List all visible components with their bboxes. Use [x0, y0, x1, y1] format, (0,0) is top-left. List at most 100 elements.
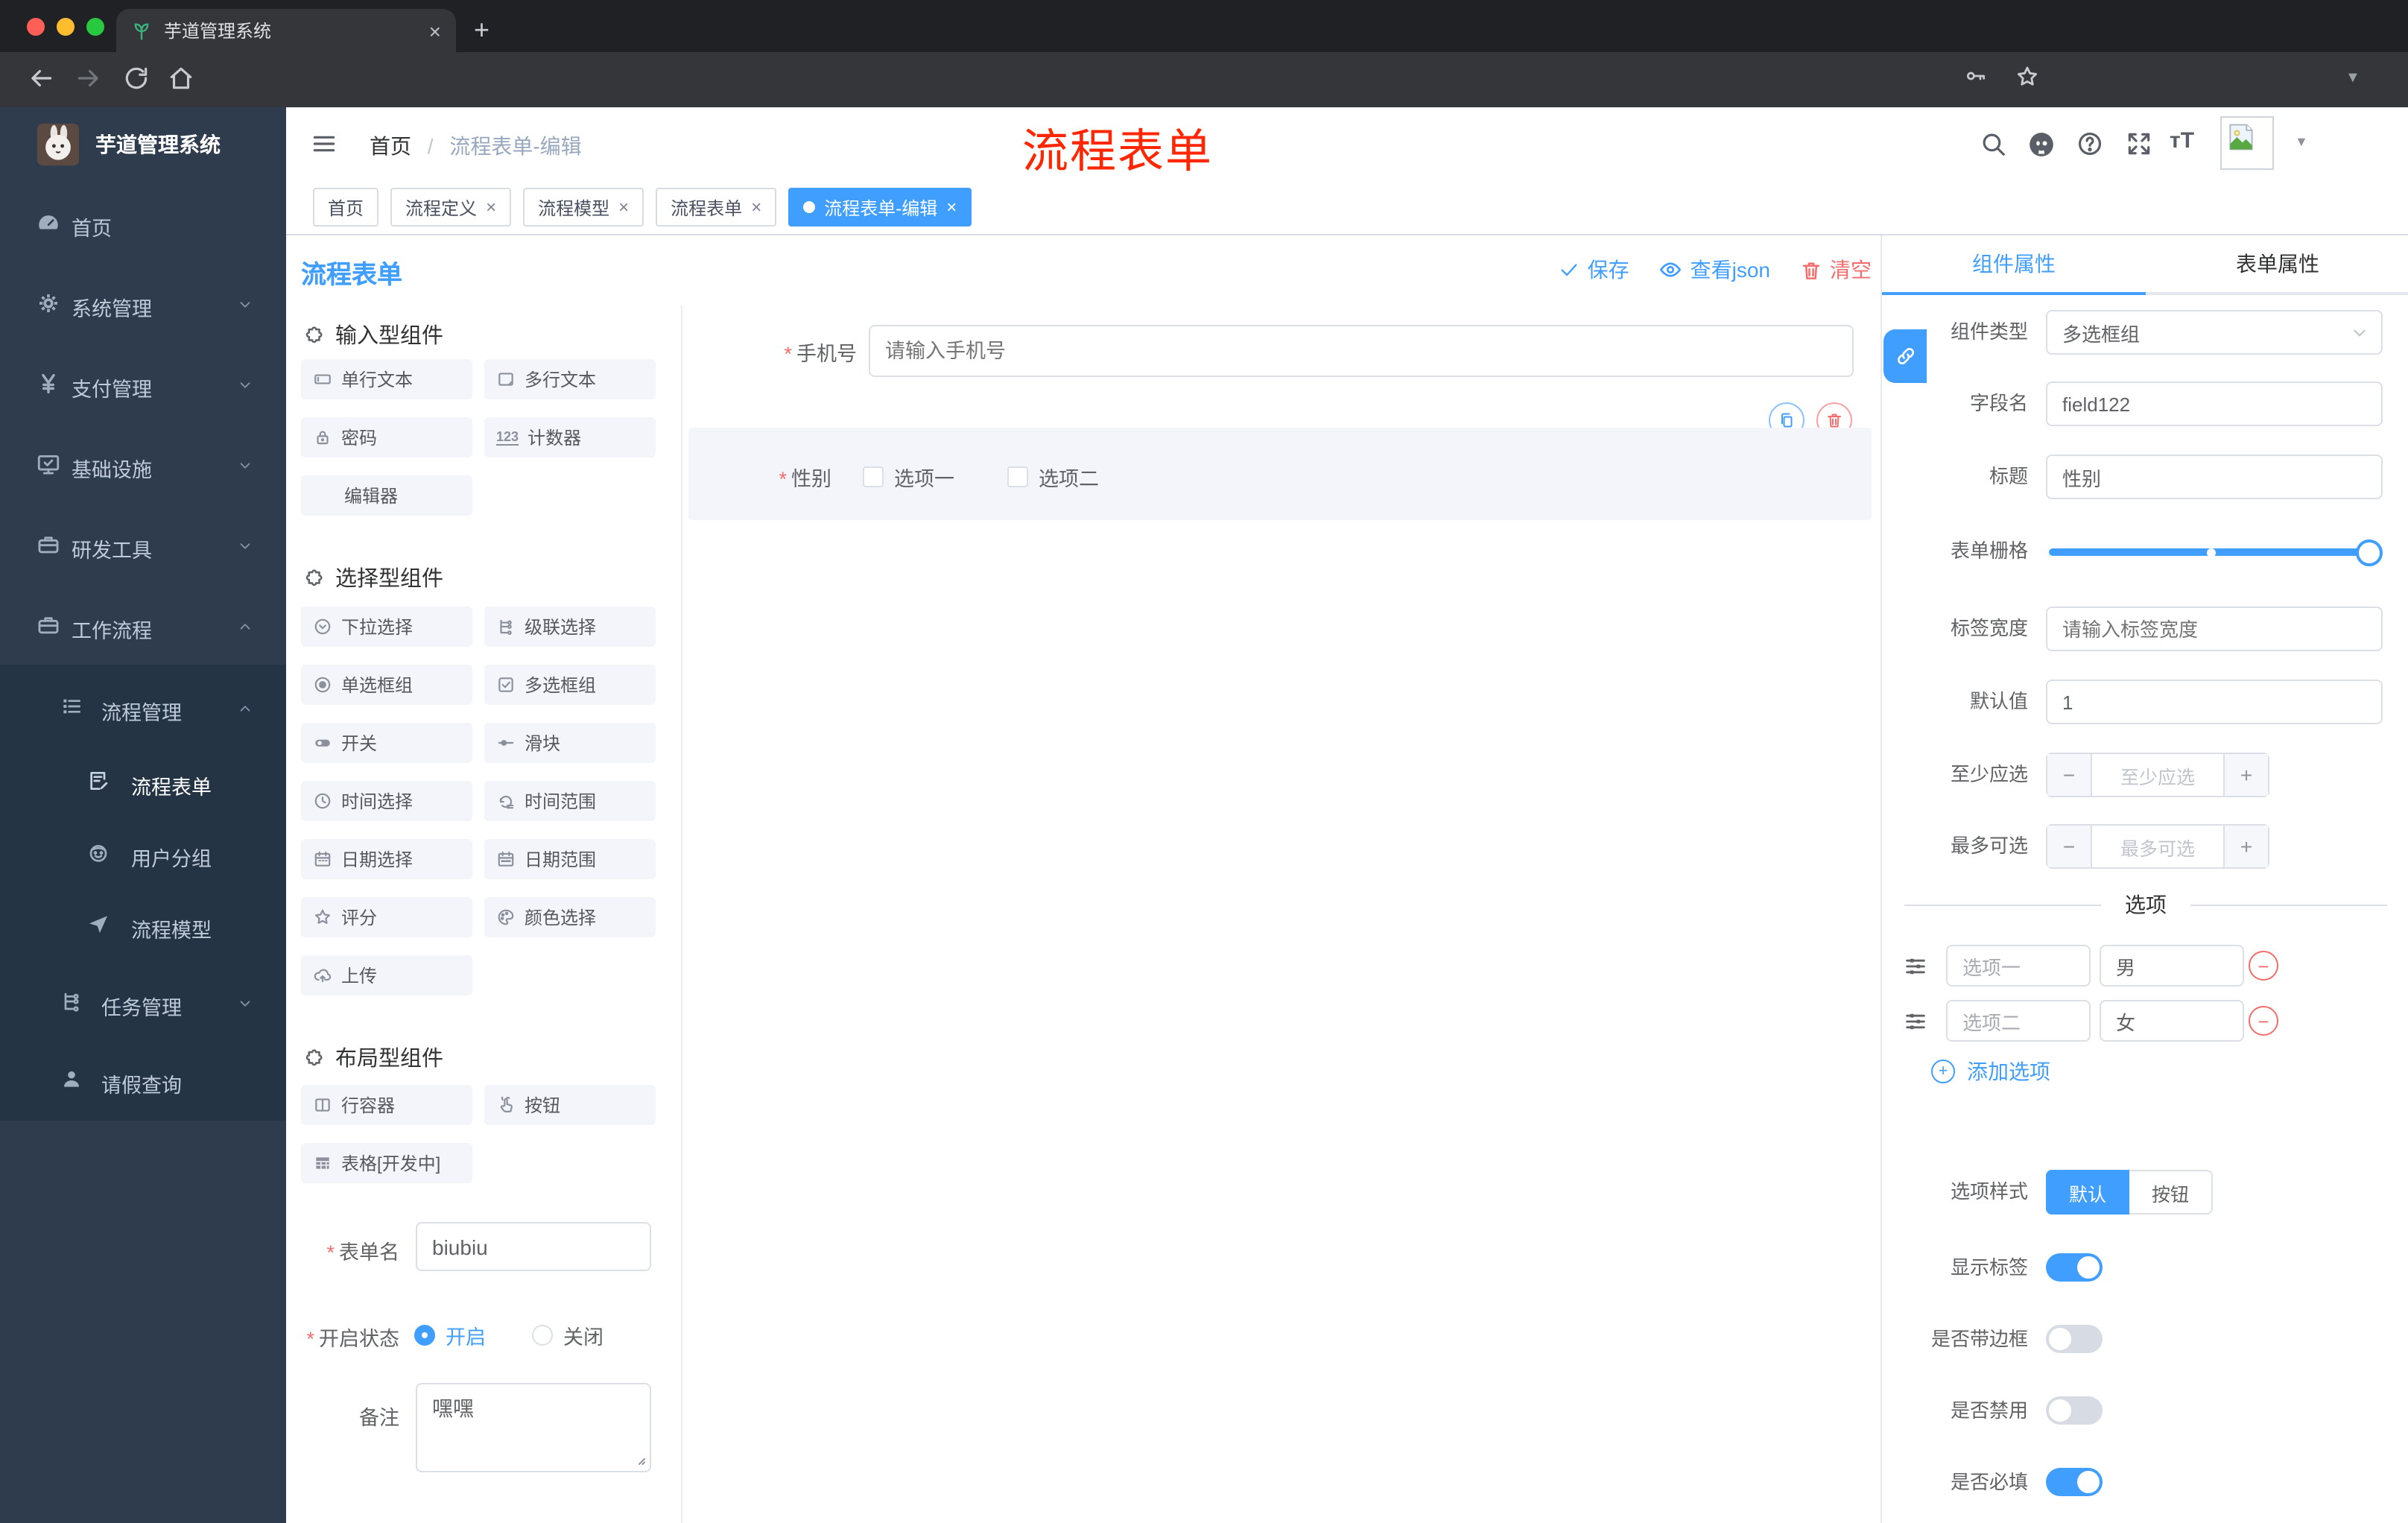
macos-minimize-button[interactable] — [57, 18, 75, 36]
font-size-icon[interactable]: тT — [2170, 128, 2194, 153]
gender-option-1[interactable]: 选项一 — [863, 462, 954, 492]
reload-icon[interactable] — [122, 64, 150, 92]
stepper-plus-button[interactable]: + — [2225, 826, 2268, 867]
palette-item-button[interactable]: 按钮 — [484, 1085, 656, 1125]
macos-close-button[interactable] — [27, 18, 45, 36]
style-button-button[interactable]: 按钮 — [2129, 1170, 2213, 1215]
sidebar-item-home[interactable]: 首页 — [0, 186, 286, 261]
status-radio-on[interactable]: 开启 — [414, 1320, 486, 1350]
palette-item-single-text[interactable]: 单行文本 — [301, 359, 472, 399]
sidebar-item-leave-query[interactable]: 请假查询 — [0, 1045, 286, 1116]
palette-item-date-range[interactable]: 日期范围 — [484, 839, 656, 879]
required-toggle[interactable] — [2046, 1468, 2103, 1496]
tab-component-props[interactable]: 组件属性 — [1882, 235, 2146, 292]
clear-button[interactable]: 清空 — [1800, 255, 1872, 285]
drag-handle-icon[interactable] — [1903, 954, 1928, 979]
macos-zoom-button[interactable] — [86, 18, 104, 36]
drag-handle-icon[interactable] — [1903, 1009, 1928, 1034]
palette-item-checkbox-group[interactable]: 多选框组 — [484, 665, 656, 705]
palette-item-radio-group[interactable]: 单选框组 — [301, 665, 472, 705]
phone-input[interactable] — [869, 325, 1854, 377]
sidebar-item-user-group[interactable]: 用户分组 — [0, 818, 286, 890]
slider-handle[interactable] — [2356, 539, 2383, 566]
tag-process-definition[interactable]: 流程定义 × — [390, 188, 512, 227]
palette-item-upload[interactable]: 上传 — [301, 955, 472, 995]
sidebar-item-payment[interactable]: 支付管理 — [0, 347, 286, 422]
sidebar-logo[interactable]: 芋道管理系统 — [0, 107, 286, 182]
show-label-toggle[interactable] — [2046, 1253, 2103, 1282]
tag-close-icon[interactable]: × — [751, 197, 761, 218]
form-name-input[interactable] — [416, 1222, 651, 1271]
tag-home[interactable]: 首页 — [313, 188, 379, 227]
palette-item-rate[interactable]: 评分 — [301, 897, 472, 937]
form-grid-slider[interactable] — [2046, 529, 2383, 574]
palette-item-row-container[interactable]: 行容器 — [301, 1085, 472, 1125]
help-icon[interactable] — [2076, 130, 2104, 158]
view-json-button[interactable]: 查看json — [1659, 255, 1770, 285]
palette-item-cascader[interactable]: 级联选择 — [484, 607, 656, 647]
checkbox-icon[interactable] — [863, 466, 884, 487]
tag-close-icon[interactable]: × — [618, 197, 629, 218]
palette-item-slider[interactable]: 滑块 — [484, 723, 656, 763]
github-icon[interactable] — [2027, 130, 2056, 159]
palette-item-multi-text[interactable]: 多行文本 — [484, 359, 656, 399]
fullscreen-icon[interactable] — [2125, 130, 2153, 158]
palette-item-counter[interactable]: 123 计数器 — [484, 417, 656, 457]
title-input[interactable] — [2046, 455, 2383, 499]
form-remark-textarea[interactable]: 嘿嘿 — [416, 1383, 651, 1472]
palette-item-time-range[interactable]: 时间范围 — [484, 781, 656, 821]
style-default-button[interactable]: 默认 — [2046, 1170, 2129, 1215]
breadcrumb-home[interactable]: 首页 — [370, 134, 411, 158]
option-value-input[interactable] — [2100, 1000, 2244, 1042]
stepper-minus-button[interactable]: − — [2047, 754, 2091, 796]
browser-tab[interactable]: 芋道管理系统 × — [116, 9, 456, 52]
stepper-plus-button[interactable]: + — [2225, 754, 2268, 796]
tab-close-icon[interactable]: × — [429, 20, 441, 41]
default-value-input[interactable] — [2046, 680, 2383, 724]
toolbar-caret-icon[interactable]: ▼ — [2345, 70, 2360, 86]
option-value-input[interactable] — [2100, 945, 2244, 987]
field-name-input[interactable] — [2046, 381, 2383, 426]
avatar[interactable] — [2220, 116, 2274, 170]
tag-process-form[interactable]: 流程表单 × — [656, 188, 777, 227]
status-radio-off[interactable]: 关闭 — [532, 1320, 603, 1350]
home-icon[interactable] — [167, 64, 195, 92]
sidebar-item-task-mgmt[interactable]: 任务管理 — [0, 967, 286, 1039]
new-tab-button[interactable]: + — [474, 12, 489, 48]
palette-item-select[interactable]: 下拉选择 — [301, 607, 472, 647]
add-option-button[interactable]: + 添加选项 — [1931, 1057, 2050, 1086]
palette-item-password[interactable]: 密码 — [301, 417, 472, 457]
sidebar-item-process-form[interactable]: 流程表单 — [0, 747, 286, 818]
palette-item-date[interactable]: 日期选择 — [301, 839, 472, 879]
password-key-icon[interactable] — [1964, 64, 1988, 88]
disabled-toggle[interactable] — [2046, 1396, 2103, 1425]
option-label-input[interactable] — [1946, 1000, 2091, 1042]
tag-process-form-edit[interactable]: 流程表单-编辑 × — [788, 188, 972, 227]
bookmark-star-icon[interactable] — [2015, 64, 2040, 89]
palette-item-switch[interactable]: 开关 — [301, 723, 472, 763]
save-button[interactable]: 保存 — [1559, 255, 1629, 285]
hamburger-icon[interactable] — [310, 130, 338, 158]
back-icon[interactable] — [27, 64, 55, 92]
sidebar-item-workflow[interactable]: 工作流程 — [0, 589, 286, 663]
sidebar-item-process-mgmt[interactable]: 流程管理 — [0, 672, 286, 744]
selected-widget-gender[interactable]: * 性别 选项一 选项二 — [688, 428, 1872, 520]
sidebar-item-devtools[interactable]: 研发工具 — [0, 508, 286, 583]
gender-option-2[interactable]: 选项二 — [1007, 462, 1099, 492]
palette-item-table[interactable]: 表格[开发中] — [301, 1143, 472, 1183]
sidebar-item-system[interactable]: 系统管理 — [0, 267, 286, 341]
palette-item-editor[interactable]: 编辑器 — [301, 475, 472, 516]
checkbox-icon[interactable] — [1007, 466, 1028, 487]
tag-close-icon[interactable]: × — [486, 197, 496, 218]
remove-option-button[interactable]: − — [2249, 951, 2278, 981]
label-width-input[interactable] — [2046, 607, 2383, 651]
tag-close-icon[interactable]: × — [946, 197, 957, 218]
sidebar-item-process-model[interactable]: 流程模型 — [0, 890, 286, 961]
option-label-input[interactable] — [1946, 945, 2091, 987]
tab-form-props[interactable]: 表单属性 — [2146, 235, 2408, 292]
palette-item-color[interactable]: 颜色选择 — [484, 897, 656, 937]
form-canvas[interactable]: *手机号 *性别 选项一 选项二 — [682, 305, 1881, 1523]
component-type-select[interactable]: 多选框组 — [2046, 310, 2383, 355]
palette-item-time[interactable]: 时间选择 — [301, 781, 472, 821]
forward-icon[interactable] — [75, 64, 103, 92]
